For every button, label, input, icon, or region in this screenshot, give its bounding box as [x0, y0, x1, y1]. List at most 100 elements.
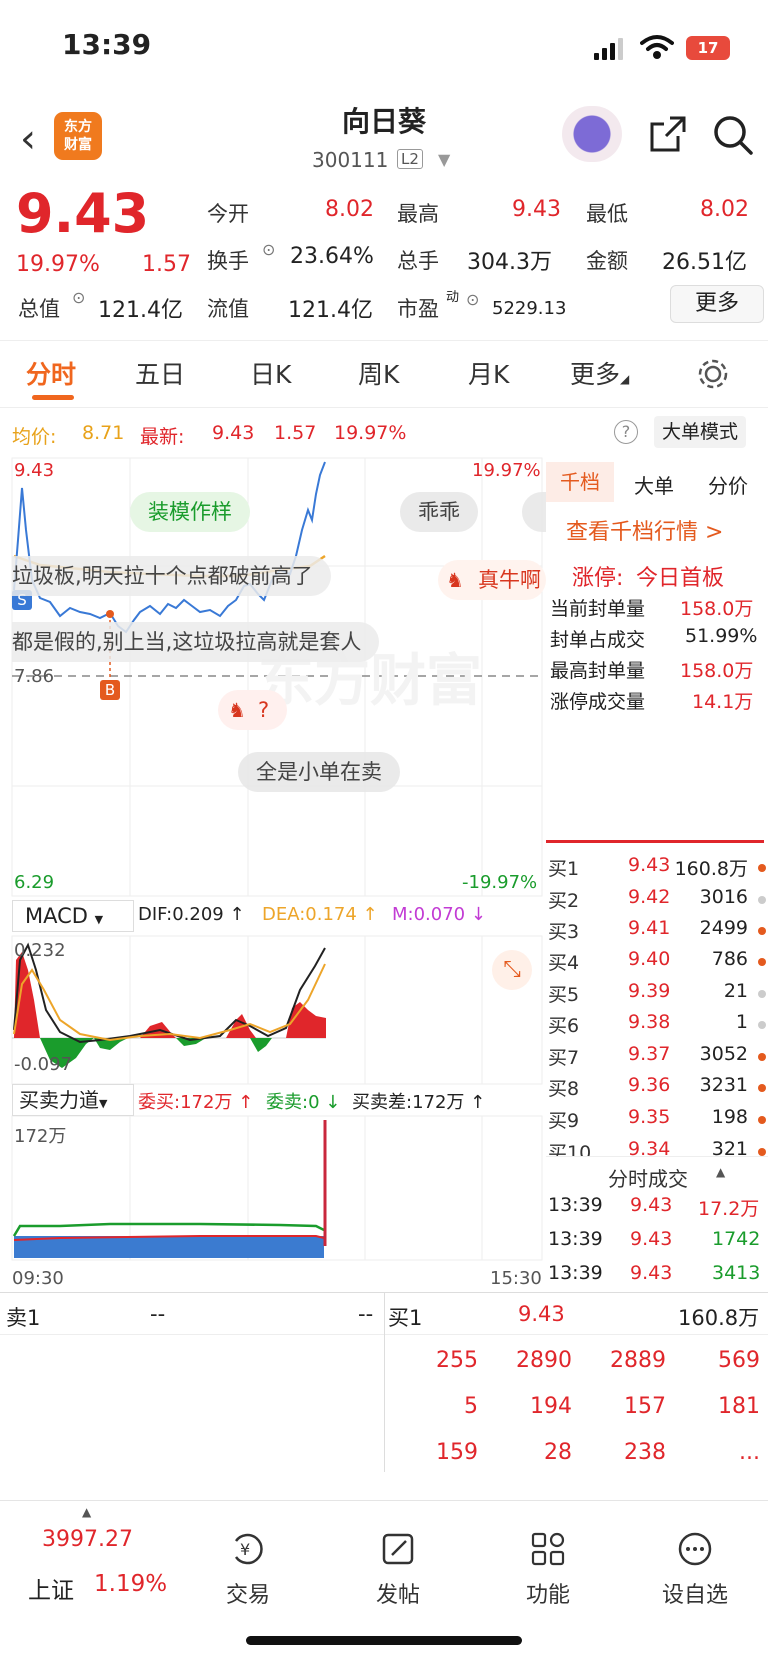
- bid-row[interactable]: 买3 9.41 2499: [546, 917, 768, 948]
- signal-icon: [594, 38, 623, 60]
- nav-post[interactable]: 发帖: [343, 1531, 453, 1609]
- queue-cell: 2890: [516, 1348, 572, 1373]
- tab-big-order[interactable]: 大单: [634, 470, 674, 499]
- ai-assistant-icon[interactable]: [562, 106, 622, 162]
- bid-volume: 786: [711, 948, 748, 970]
- sell1-price: --: [150, 1302, 166, 1326]
- index-value[interactable]: 3997.27: [42, 1527, 133, 1552]
- queue-cell: ...: [739, 1440, 760, 1465]
- bid-volume: 21: [723, 980, 748, 1002]
- nav-functions[interactable]: 功能: [493, 1531, 603, 1609]
- nav-watchlist[interactable]: 设自选: [640, 1531, 750, 1609]
- buy-power-line: [12, 1222, 325, 1237]
- bid-row[interactable]: 买2 9.42 3016: [546, 886, 768, 917]
- comment-bubble[interactable]: 装模作样: [130, 492, 250, 532]
- big-order-mode-button[interactable]: 大单模式: [654, 416, 747, 448]
- sell1-label: 卖1: [6, 1306, 41, 1330]
- bid-row[interactable]: 买6 9.38 1: [546, 1011, 768, 1042]
- buy1-volume: 160.8万: [678, 1306, 760, 1330]
- bid-price: 9.43: [628, 854, 671, 876]
- stat-value: 51.99%: [685, 625, 758, 647]
- more-dots-icon: [678, 1532, 712, 1566]
- bull-icon: ♞: [228, 698, 246, 722]
- bid-price: 9.40: [628, 948, 671, 970]
- divider: [384, 1292, 385, 1472]
- buy1-price: 9.43: [518, 1302, 565, 1326]
- y-axis-top-pct: 19.97%: [472, 460, 541, 481]
- bid-row[interactable]: 买1 9.43 160.8万: [546, 854, 768, 885]
- bid-dot: [758, 1084, 766, 1092]
- bid-price: 9.39: [628, 980, 671, 1002]
- macd-name: MACD: [25, 904, 88, 928]
- more-button[interactable]: 更多: [670, 285, 764, 323]
- trade-icon: ¥: [234, 1533, 263, 1565]
- tab-thousand-level[interactable]: 千档: [546, 462, 614, 502]
- bid-volume: 3231: [699, 1074, 748, 1096]
- bid-label: 买3: [548, 921, 580, 943]
- comment-bubble[interactable]: 垃圾板,明天拉十个点都破前高了: [12, 556, 331, 596]
- bid-row[interactable]: 买4 9.40 786: [546, 948, 768, 979]
- bid-dot: [758, 990, 766, 998]
- tick-volume: 3413: [712, 1262, 761, 1284]
- bid-dot: [758, 1053, 766, 1061]
- search-icon[interactable]: [712, 114, 754, 156]
- comment-bubble[interactable]: 全是小单在卖: [238, 752, 400, 792]
- bid-row[interactable]: 买7 9.37 3052: [546, 1043, 768, 1074]
- sell1-volume: --: [358, 1302, 374, 1326]
- amount-value: 26.51亿: [662, 250, 747, 275]
- comment-bubble[interactable]: 都是假的,别上当,这垃圾拉高就是套人: [12, 622, 380, 662]
- bid-label: 买2: [548, 890, 580, 912]
- bid-label: 买1: [548, 858, 580, 880]
- buy-marker[interactable]: B: [100, 680, 120, 700]
- expand-icon[interactable]: ⤡: [492, 950, 532, 990]
- nav-trade-label: 交易: [225, 1583, 270, 1608]
- sell-volume-area: [14, 1236, 324, 1258]
- help-icon[interactable]: ?: [614, 420, 638, 444]
- queue-cell: 238: [624, 1440, 666, 1465]
- bid-price: 9.42: [628, 886, 671, 908]
- stat-label: 封单占成交: [550, 629, 646, 651]
- macd-indicator-select[interactable]: MACD ▼: [12, 900, 134, 932]
- y-axis-mid: 7.86: [14, 666, 55, 687]
- nav-post-label: 发帖: [375, 1583, 420, 1608]
- tick-time: 13:39: [548, 1262, 603, 1284]
- tab-more-label: 更多: [570, 360, 621, 389]
- share-icon[interactable]: [648, 114, 688, 154]
- expand-up-icon[interactable]: ▲: [82, 1505, 91, 1519]
- tick-time: 13:39: [548, 1194, 603, 1216]
- view-full-orderbook-link[interactable]: 查看千档行情 >: [566, 514, 723, 546]
- index-name[interactable]: 上证: [28, 1571, 74, 1605]
- bid-dot: [758, 1148, 766, 1156]
- bid-price: 9.34: [628, 1138, 671, 1156]
- power-indicator-select[interactable]: 买卖力道▼: [12, 1084, 134, 1116]
- bid-label: 买6: [548, 1015, 580, 1037]
- tick-price: 9.43: [630, 1228, 673, 1250]
- bid-volume: 3016: [699, 886, 748, 908]
- bid-row[interactable]: 买9 9.35 198: [546, 1106, 768, 1137]
- nav-trade[interactable]: ¥ 交易: [193, 1531, 303, 1609]
- orderbook-divider: [546, 840, 764, 843]
- power-name: 买卖力道: [19, 1088, 99, 1112]
- time-end: 15:30: [490, 1268, 542, 1289]
- index-percent[interactable]: 1.19%: [94, 1571, 167, 1597]
- bid-row[interactable]: 买5 9.39 21: [546, 980, 768, 1011]
- bid-row[interactable]: 买8 9.36 3231: [546, 1074, 768, 1105]
- tab-more[interactable]: 更多◢: [570, 355, 629, 391]
- limit-up-value: 今日首板: [636, 566, 725, 591]
- ticks-header[interactable]: 分时成交 ▲: [546, 1156, 768, 1192]
- tab-price-split[interactable]: 分价: [708, 470, 748, 499]
- queue-cell: 5: [464, 1394, 478, 1419]
- bid-row[interactable]: 买10 9.34 321: [546, 1138, 768, 1156]
- bid-dot: [758, 958, 766, 966]
- ticks-title: 分时成交: [608, 1167, 688, 1191]
- tick-volume: 1742: [712, 1228, 761, 1250]
- comment-bubble[interactable]: 乖乖: [400, 492, 478, 532]
- bid-dot: [758, 1116, 766, 1124]
- home-indicator: [246, 1636, 522, 1645]
- queue-cell: 255: [436, 1348, 478, 1373]
- buy1-label: 买1: [388, 1306, 423, 1330]
- settings-icon[interactable]: [696, 357, 730, 391]
- macd-histogram: [14, 952, 326, 1068]
- bid-dot: [758, 896, 766, 904]
- bid-price: 9.35: [628, 1106, 671, 1128]
